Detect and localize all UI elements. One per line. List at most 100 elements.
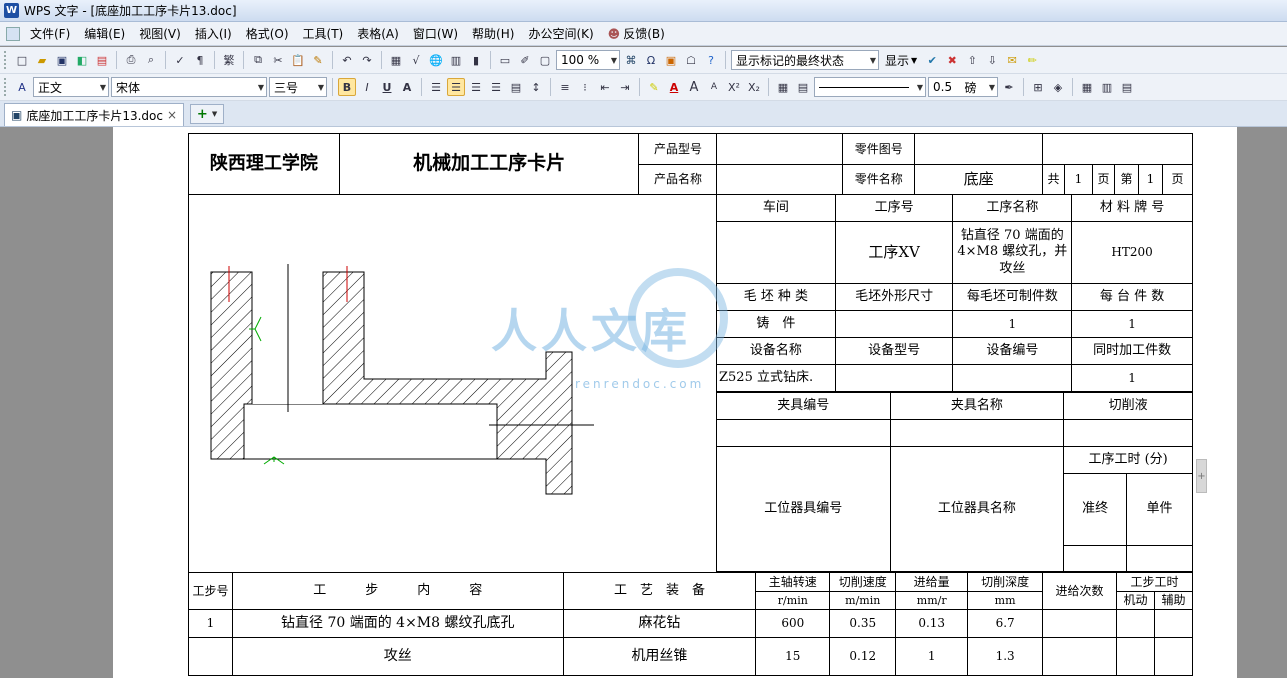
menu-insert[interactable]: 插入(I) (188, 23, 239, 45)
columns-icon[interactable]: ▥ (447, 51, 465, 69)
superscript-button[interactable]: X² (725, 78, 743, 96)
text-box-icon[interactable]: ▭ (496, 51, 514, 69)
menu-feedback[interactable]: ☻ 反馈(B) (601, 23, 672, 45)
menu-tools[interactable]: 工具(T) (296, 23, 351, 45)
highlight-color-icon[interactable]: ✎ (645, 78, 663, 96)
pen-color-icon[interactable]: ✒ (1000, 78, 1018, 96)
align-left-icon[interactable]: ☰ (427, 78, 445, 96)
save-icon[interactable]: ▣ (53, 51, 71, 69)
fixture-name-value[interactable] (889, 419, 1065, 447)
new-tab-button[interactable]: + ▼ (190, 104, 225, 124)
product-name-value[interactable] (716, 164, 844, 195)
menu-view[interactable]: 视图(V) (132, 23, 188, 45)
table-props-icon[interactable]: ▦ (774, 78, 792, 96)
comment-icon[interactable]: ✉ (1003, 51, 1021, 69)
line-width-select[interactable]: 0.5 磅 ▼ (928, 77, 998, 97)
subscript-button[interactable]: X₂ (745, 78, 763, 96)
pdf-icon[interactable]: ▤ (93, 51, 111, 69)
parts-per-machine-value[interactable]: 1 (1071, 310, 1193, 338)
copy-icon[interactable]: ⧉ (249, 51, 267, 69)
menu-office-space[interactable]: 办公空间(K) (521, 23, 600, 45)
undo-icon[interactable]: ↶ (338, 51, 356, 69)
grow-font-button[interactable]: A (685, 78, 703, 96)
side-panel-handle[interactable]: + (1196, 459, 1207, 493)
total-pages[interactable]: 1 (1064, 164, 1093, 195)
format-painter-icon[interactable]: ✎ (309, 51, 327, 69)
new-doc-icon[interactable]: □ (13, 51, 31, 69)
toolbar-grip[interactable] (4, 51, 8, 69)
line-style-select[interactable]: ▼ (814, 77, 926, 97)
table-grid-icon[interactable]: ▦ (1078, 78, 1096, 96)
fixture-no-value[interactable] (716, 419, 891, 447)
highlight-icon[interactable]: ✏ (1023, 51, 1041, 69)
find-icon[interactable]: ⌘ (622, 51, 640, 69)
decrease-indent-icon[interactable]: ⇤ (596, 78, 614, 96)
document-tab[interactable]: ▣ 底座加工工序卡片13.doc × (4, 103, 185, 126)
prev-change-icon[interactable]: ⇧ (963, 51, 981, 69)
process-name-value[interactable]: 钻直径 70 端面的 4×M8 螺纹孔，并攻丝 (952, 221, 1073, 284)
menu-window[interactable]: 窗口(W) (406, 23, 465, 45)
justify-icon[interactable]: ☰ (487, 78, 505, 96)
table-autofit-icon[interactable]: ▤ (794, 78, 812, 96)
help-icon[interactable]: ? (702, 51, 720, 69)
cut-icon[interactable]: ✂ (269, 51, 287, 69)
italic-button[interactable]: I (358, 78, 376, 96)
header-blank-cell[interactable] (1042, 133, 1193, 165)
font-effects-button[interactable]: A (398, 78, 416, 96)
open-folder-icon[interactable]: ▰ (33, 51, 51, 69)
word-count-icon[interactable]: ¶ (191, 51, 209, 69)
shrink-font-button[interactable]: A (705, 78, 723, 96)
chart-icon[interactable]: ▮ (467, 51, 485, 69)
styles-icon[interactable]: A (13, 78, 31, 96)
bold-button[interactable]: B (338, 78, 356, 96)
numbering-icon[interactable]: ≡ (556, 78, 574, 96)
symbol-icon[interactable]: Ω (642, 51, 660, 69)
page-no[interactable]: 1 (1137, 164, 1163, 195)
align-right-icon[interactable]: ☰ (467, 78, 485, 96)
shading-icon[interactable]: ◈ (1049, 78, 1067, 96)
reject-change-icon[interactable]: ✖ (943, 51, 961, 69)
align-center-icon[interactable]: ☰ (447, 78, 465, 96)
hyperlink-icon[interactable]: 🌐 (427, 51, 445, 69)
next-change-icon[interactable]: ⇩ (983, 51, 1001, 69)
part-name-value[interactable]: 底座 (914, 164, 1044, 195)
prep-time-value[interactable] (1063, 545, 1128, 572)
toolbar-grip[interactable] (4, 78, 8, 96)
table-merge-icon[interactable]: ▤ (1118, 78, 1136, 96)
drawing-icon[interactable]: ✐ (516, 51, 534, 69)
material-value[interactable]: HT200 (1071, 221, 1193, 284)
increase-indent-icon[interactable]: ⇥ (616, 78, 634, 96)
font-select[interactable]: 宋体 ▼ (111, 77, 267, 97)
menu-edit[interactable]: 编辑(E) (77, 23, 132, 45)
parts-per-blank-value[interactable]: 1 (952, 310, 1073, 338)
line-spacing-icon[interactable]: ↕ (527, 78, 545, 96)
simul-parts-value[interactable]: 1 (1071, 364, 1193, 392)
equip-model-value[interactable] (834, 364, 954, 392)
print-preview-icon[interactable]: ⌕ (142, 51, 160, 69)
spellcheck-icon[interactable]: ✓ (171, 51, 189, 69)
save-as-icon[interactable]: ◧ (73, 51, 91, 69)
traditional-chinese-icon[interactable]: 繁 (220, 51, 238, 69)
table-split-icon[interactable]: ▥ (1098, 78, 1116, 96)
font-color-button[interactable]: A (665, 78, 683, 96)
equip-no-value[interactable] (952, 364, 1073, 392)
menu-format[interactable]: 格式(O) (239, 23, 296, 45)
table-row[interactable]: 攻丝 机用丝锥 15 0.12 1 1.3 (188, 637, 1194, 676)
show-markup-menu[interactable]: 显示 ▼ (881, 49, 921, 71)
insert-table-icon[interactable]: ▦ (387, 51, 405, 69)
menu-help[interactable]: 帮助(H) (465, 23, 521, 45)
bullets-icon[interactable]: ⁝ (576, 78, 594, 96)
close-icon[interactable]: × (167, 108, 177, 122)
borders-icon[interactable]: ⊞ (1029, 78, 1047, 96)
zoom-select[interactable]: 100 % ▼ (556, 50, 620, 70)
redo-icon[interactable]: ↷ (358, 51, 376, 69)
style-select[interactable]: 正文 ▼ (33, 77, 109, 97)
accept-change-icon[interactable]: ✔ (923, 51, 941, 69)
track-changes-select[interactable]: 显示标记的最终状态 ▼ (731, 50, 879, 70)
doc-menu-icon[interactable] (6, 26, 20, 41)
underline-button[interactable]: U (378, 78, 396, 96)
blank-type-value[interactable]: 铸 件 (716, 310, 836, 338)
paste-icon[interactable]: 📋 (289, 51, 307, 69)
print-icon[interactable]: ⎙ (122, 51, 140, 69)
unit-time-value[interactable] (1126, 545, 1193, 572)
